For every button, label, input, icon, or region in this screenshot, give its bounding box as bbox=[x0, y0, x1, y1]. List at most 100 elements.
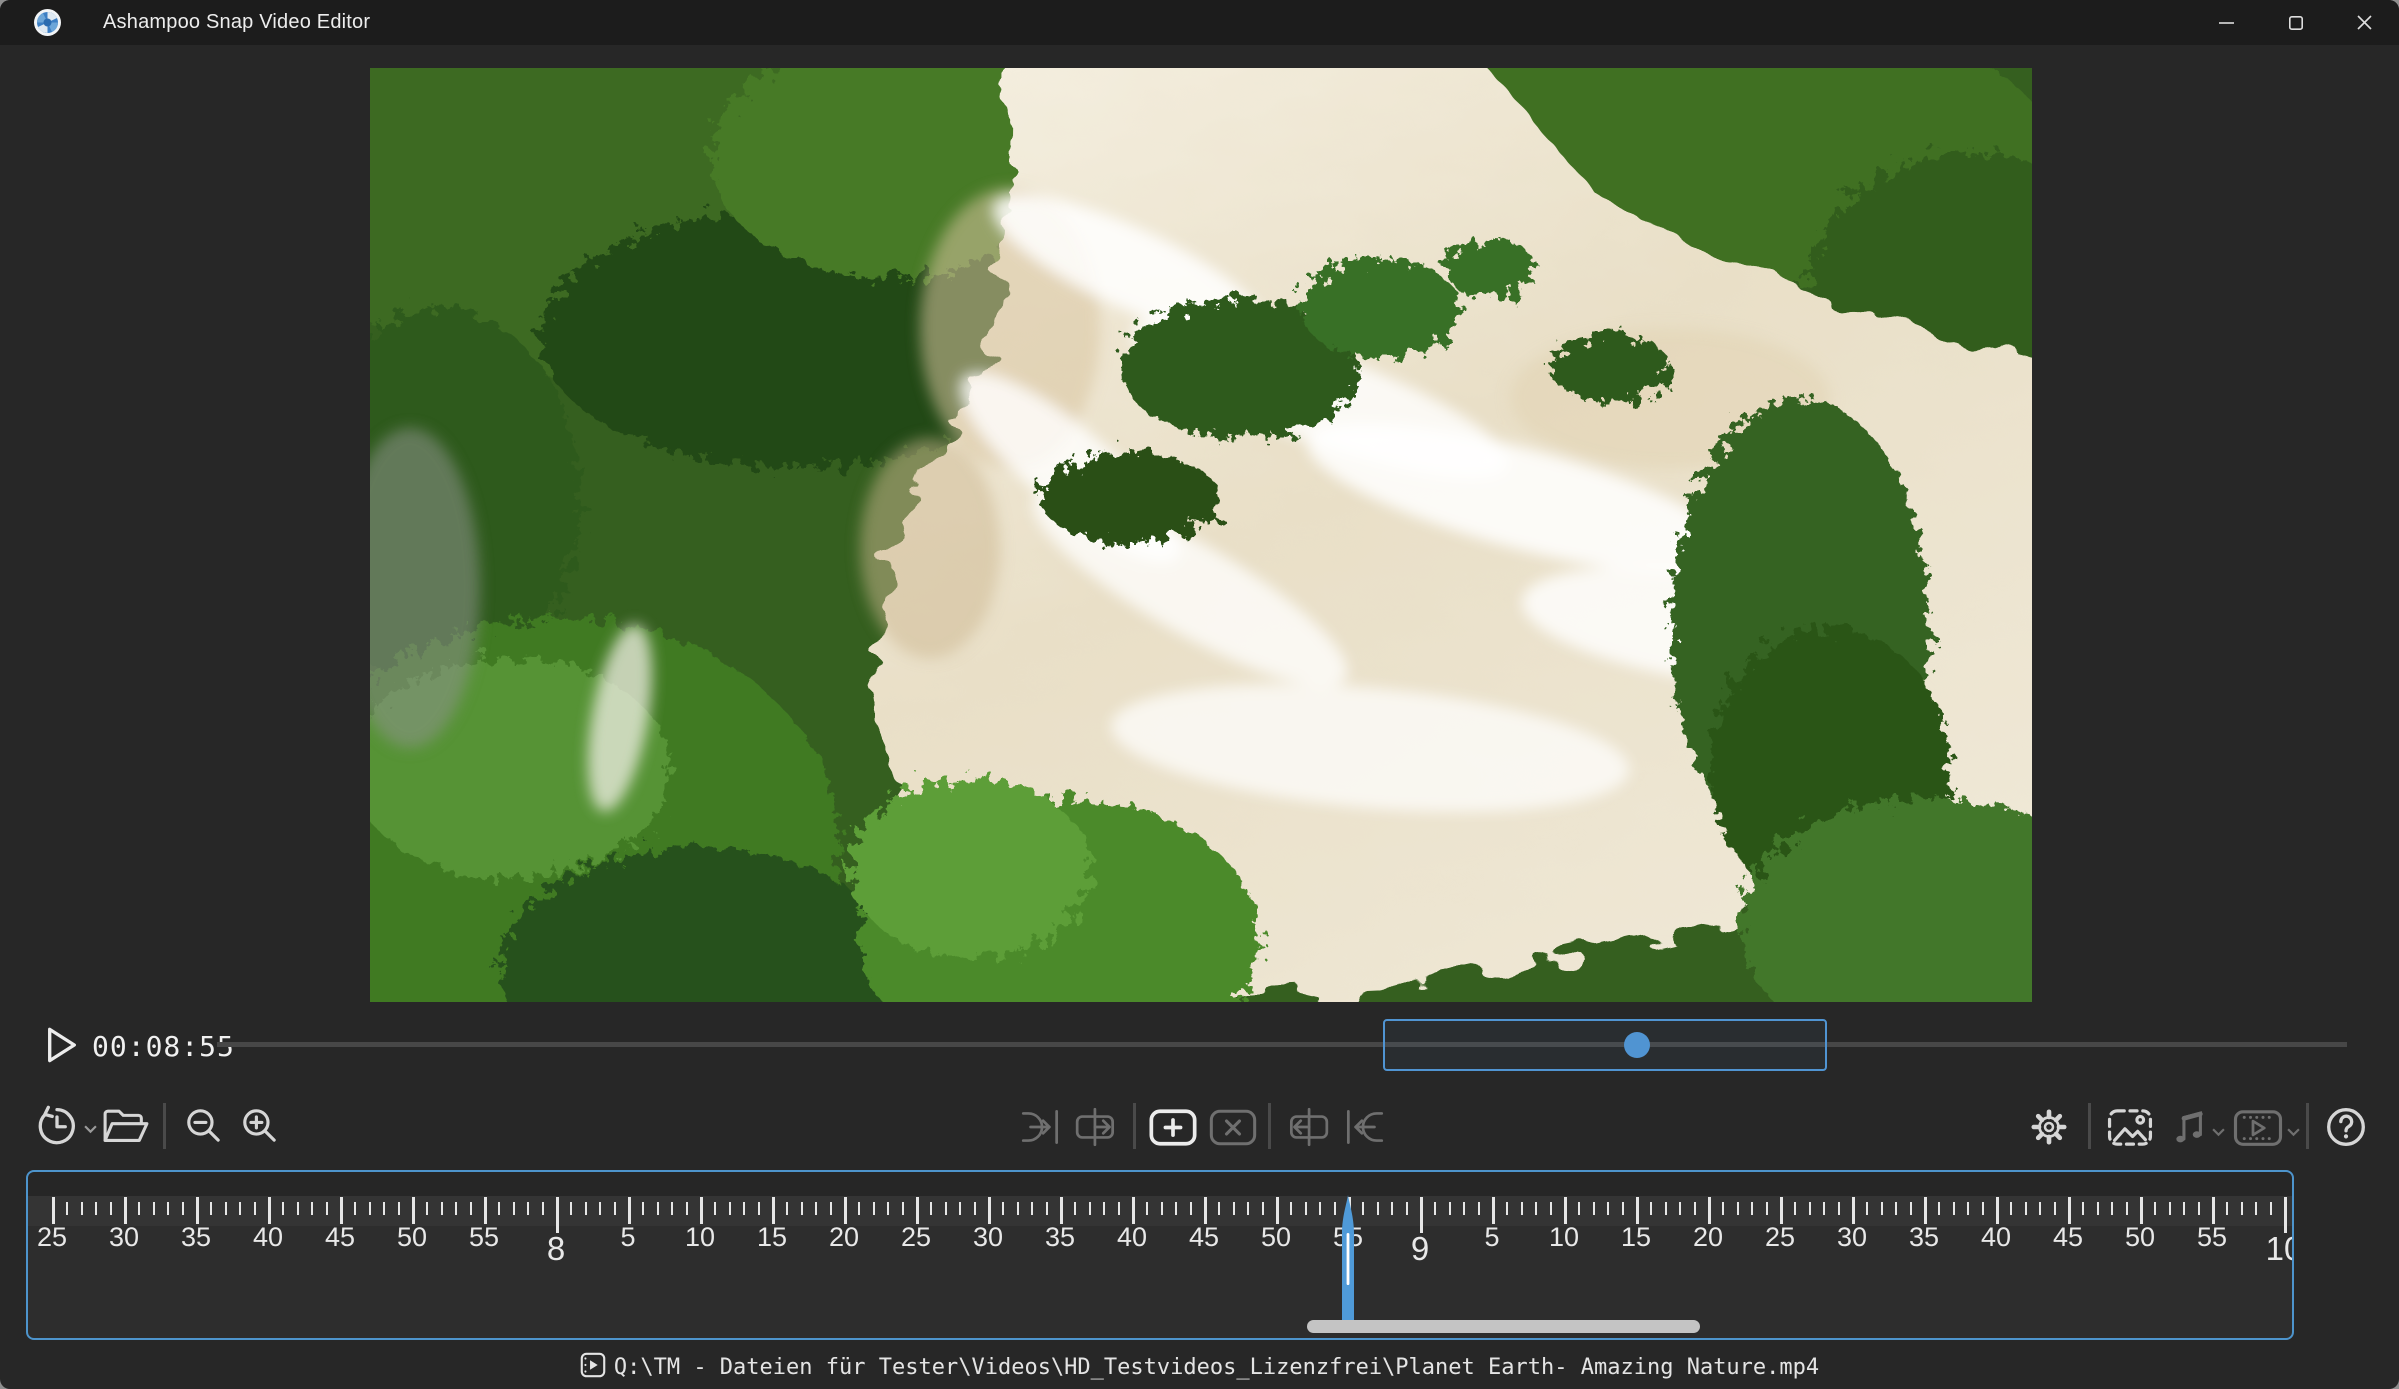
ruler-second-label: 35 bbox=[181, 1222, 211, 1253]
ruler-tick bbox=[1478, 1202, 1480, 1215]
video-file-icon bbox=[580, 1352, 606, 1383]
ruler-tick bbox=[1190, 1202, 1192, 1215]
ruler-second-label: 50 bbox=[2125, 1222, 2155, 1253]
video-chevron-down-icon[interactable] bbox=[2287, 1124, 2300, 1142]
ruler-second-label: 5 bbox=[1484, 1222, 1499, 1253]
ruler-tick bbox=[772, 1197, 775, 1224]
ruler-tick bbox=[1146, 1202, 1148, 1215]
ruler-tick bbox=[743, 1202, 745, 1215]
ruler-tick bbox=[873, 1202, 875, 1215]
help-button[interactable] bbox=[2325, 1106, 2367, 1148]
ruler-tick bbox=[1305, 1202, 1307, 1215]
settings-button[interactable] bbox=[2028, 1106, 2070, 1148]
maximize-button[interactable] bbox=[2261, 0, 2330, 45]
ruler-tick bbox=[1607, 1202, 1609, 1215]
ruler-tick bbox=[1290, 1202, 1292, 1215]
seek-handle[interactable] bbox=[1624, 1032, 1650, 1058]
ruler-tick bbox=[254, 1202, 256, 1215]
ruler-tick bbox=[1895, 1202, 1897, 1215]
ruler-tick bbox=[369, 1202, 371, 1215]
ruler-tick bbox=[2039, 1202, 2041, 1215]
ruler-tick bbox=[1434, 1202, 1436, 1215]
ruler-tick bbox=[340, 1197, 343, 1224]
app-window: Ashampoo Snap Video Editor bbox=[0, 0, 2399, 1389]
seek-track[interactable] bbox=[217, 1042, 2347, 1047]
zoom-in-button[interactable] bbox=[240, 1106, 281, 1147]
ruler-tick bbox=[642, 1202, 644, 1215]
ruler-tick bbox=[570, 1202, 572, 1215]
ruler-minute-label: 9 bbox=[1411, 1230, 1429, 1268]
export-image-button[interactable] bbox=[2107, 1108, 2153, 1147]
ruler-tick bbox=[1766, 1202, 1768, 1215]
ruler-tick bbox=[297, 1202, 299, 1215]
ruler-tick bbox=[1449, 1202, 1451, 1215]
add-segment-button[interactable] bbox=[1148, 1108, 1198, 1147]
ruler-tick bbox=[1722, 1202, 1724, 1215]
ruler-tick bbox=[498, 1202, 500, 1215]
history-button[interactable] bbox=[36, 1105, 78, 1147]
ruler-tick bbox=[1564, 1197, 1567, 1224]
ruler-tick bbox=[2169, 1202, 2171, 1215]
zoom-out-button[interactable] bbox=[184, 1106, 225, 1147]
ruler-tick bbox=[225, 1202, 227, 1215]
ruler-tick bbox=[585, 1202, 587, 1215]
ruler-tick bbox=[1017, 1202, 1019, 1215]
play-button[interactable] bbox=[44, 1026, 80, 1066]
history-chevron-down-icon[interactable] bbox=[84, 1121, 97, 1139]
ruler-tick bbox=[1406, 1202, 1408, 1215]
extend-end-button[interactable] bbox=[1283, 1107, 1331, 1147]
ruler-tick bbox=[1060, 1197, 1063, 1224]
music-button[interactable] bbox=[2170, 1108, 2208, 1146]
timeline-scrollbar[interactable] bbox=[1307, 1320, 1700, 1333]
ruler-tick bbox=[758, 1202, 760, 1215]
ruler-tick bbox=[830, 1202, 832, 1215]
snap-start-button[interactable] bbox=[1017, 1109, 1065, 1145]
snap-end-button[interactable] bbox=[1340, 1109, 1388, 1145]
export-video-button[interactable] bbox=[2233, 1109, 2283, 1147]
ruler-tick bbox=[1622, 1202, 1624, 1215]
ruler-tick bbox=[1233, 1202, 1235, 1215]
ruler-second-label: 45 bbox=[2053, 1222, 2083, 1253]
extend-start-button[interactable] bbox=[1073, 1107, 1121, 1147]
ruler-tick bbox=[729, 1202, 731, 1215]
ruler-tick bbox=[945, 1202, 947, 1215]
ruler-tick bbox=[556, 1197, 559, 1233]
ruler-tick bbox=[412, 1197, 415, 1224]
ruler-tick bbox=[1002, 1202, 1004, 1215]
ruler-tick bbox=[311, 1202, 313, 1215]
ruler-tick bbox=[1967, 1202, 1969, 1215]
ruler-tick bbox=[599, 1202, 601, 1215]
music-chevron-down-icon[interactable] bbox=[2212, 1124, 2225, 1142]
ruler-tick bbox=[1938, 1202, 1940, 1215]
video-preview bbox=[370, 68, 2032, 1002]
open-file-button[interactable] bbox=[102, 1107, 150, 1146]
ruler-tick bbox=[1881, 1202, 1883, 1215]
ruler-tick bbox=[1218, 1202, 1220, 1215]
ruler-tick bbox=[1362, 1202, 1364, 1215]
ruler-tick bbox=[1334, 1202, 1336, 1215]
ruler-tick bbox=[1665, 1202, 1667, 1215]
playhead[interactable] bbox=[1341, 1195, 1355, 1325]
ruler-tick bbox=[2025, 1202, 2027, 1215]
timeline-panel[interactable]: 2530354045505585101520253035404550559510… bbox=[26, 1170, 2294, 1340]
ruler-tick bbox=[1262, 1202, 1264, 1215]
seek-visible-region[interactable] bbox=[1383, 1019, 1827, 1071]
ruler-tick bbox=[2082, 1202, 2084, 1215]
ruler-second-label: 40 bbox=[1117, 1222, 1147, 1253]
ruler-tick bbox=[426, 1202, 428, 1215]
ruler-second-label: 40 bbox=[253, 1222, 283, 1253]
ruler-tick bbox=[1319, 1202, 1321, 1215]
ruler-tick bbox=[671, 1202, 673, 1215]
toolbar-divider bbox=[2306, 1103, 2309, 1149]
ruler-tick bbox=[1391, 1202, 1393, 1215]
ruler-tick bbox=[398, 1202, 400, 1215]
ruler-tick bbox=[1046, 1202, 1048, 1215]
remove-segment-button[interactable] bbox=[1208, 1108, 1258, 1147]
ruler-tick bbox=[2270, 1202, 2272, 1215]
ruler-tick bbox=[2255, 1202, 2257, 1215]
minimize-button[interactable] bbox=[2192, 0, 2261, 45]
close-button[interactable] bbox=[2330, 0, 2399, 45]
ruler-tick bbox=[1809, 1202, 1811, 1215]
ruler-tick bbox=[1031, 1202, 1033, 1215]
ruler-tick bbox=[1794, 1202, 1796, 1215]
